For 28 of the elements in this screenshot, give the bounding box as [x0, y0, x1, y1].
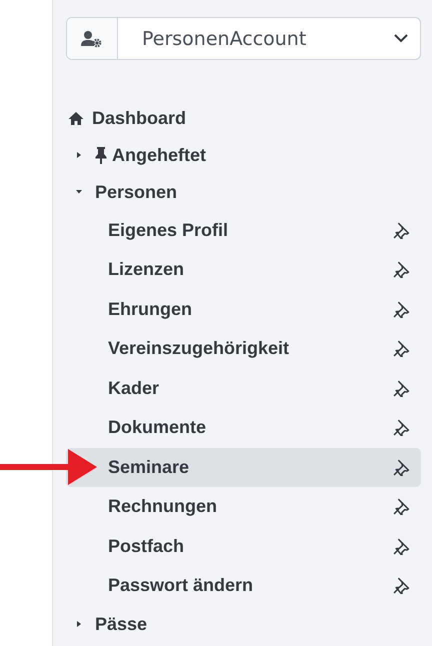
nav-item[interactable]: Seminare — [66, 448, 421, 487]
pin-icon[interactable] — [393, 300, 410, 318]
caret-right-icon[interactable] — [75, 151, 83, 159]
nav-item[interactable]: Vereinszugehörigkeit — [66, 329, 421, 368]
nav-item[interactable]: Rechnungen — [66, 487, 421, 526]
pin-icon[interactable] — [393, 538, 410, 555]
pin-icon[interactable] — [393, 458, 410, 476]
pin-icon[interactable] — [393, 380, 410, 397]
pin-icon[interactable] — [393, 340, 410, 358]
nav-item[interactable]: Eigenes Profil — [66, 210, 421, 250]
pin-icon[interactable] — [393, 261, 410, 278]
nav-link[interactable]: Personen — [95, 182, 178, 202]
nav-item[interactable]: Lizenzen — [66, 250, 421, 290]
pin-icon[interactable] — [393, 222, 410, 239]
caret-down-icon[interactable] — [75, 188, 83, 196]
nav-item[interactable]: Passwort ändern — [66, 566, 421, 606]
nav-link[interactable]: Dashboard — [92, 108, 186, 128]
caret-right-icon[interactable] — [75, 620, 83, 628]
nav-link[interactable]: Pässe — [95, 614, 148, 634]
home-icon — [68, 110, 84, 126]
pin-icon[interactable] — [393, 498, 410, 516]
nav-item[interactable]: Postfach — [66, 526, 421, 566]
pin-icon[interactable] — [393, 419, 410, 436]
nav-item[interactable]: Ehrungen — [66, 290, 421, 329]
nav-item[interactable]: Kader — [66, 368, 421, 408]
pin-icon[interactable] — [393, 577, 410, 594]
nav-link[interactable]: Angeheftet — [112, 144, 206, 166]
nav-item[interactable]: Dokumente — [66, 408, 421, 448]
